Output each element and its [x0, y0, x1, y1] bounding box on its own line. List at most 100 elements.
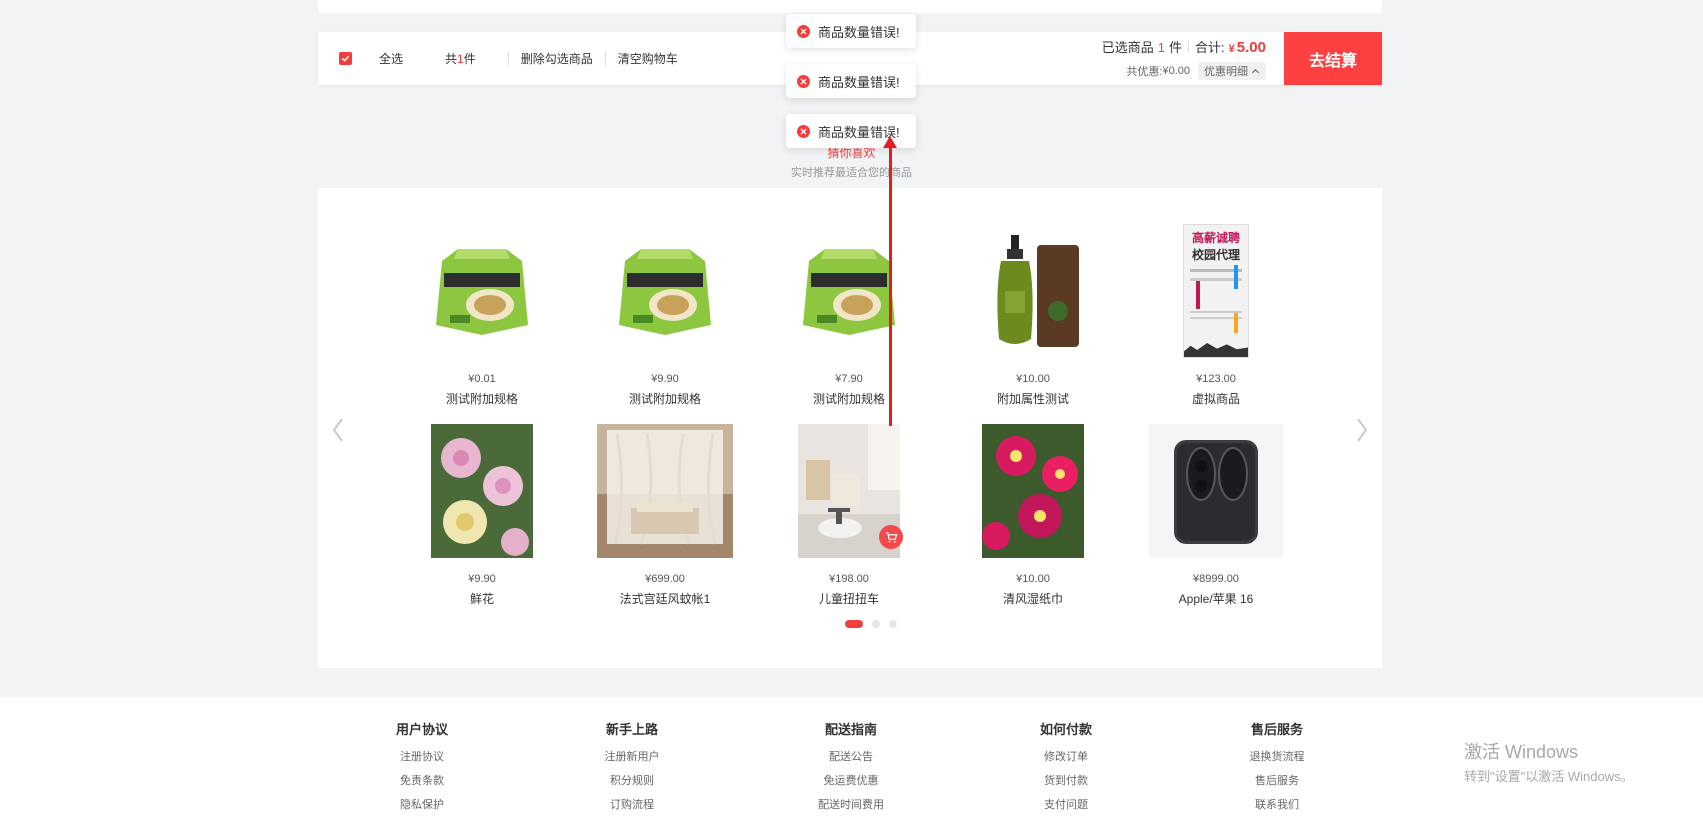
cart-icon: [885, 531, 897, 543]
product-card[interactable]: ¥699.00 法式宫廷风蚊帐1: [595, 423, 735, 607]
pagination-dot[interactable]: [889, 620, 897, 628]
footer-column-title: 售后服务: [1250, 722, 1303, 737]
product-card[interactable]: ¥9.90 鲜花: [412, 423, 552, 607]
product-image-shampoo[interactable]: [963, 223, 1103, 359]
product-image-iphone[interactable]: [1146, 423, 1286, 559]
recommend-subtitle: 实时推荐最适合您的商品: [791, 167, 912, 179]
total-label: 合计:: [1195, 40, 1225, 55]
chevron-up-icon: [1251, 68, 1260, 73]
product-name[interactable]: 测试附加规格: [595, 390, 735, 407]
footer-link[interactable]: 支付问题: [996, 796, 1136, 812]
discount-detail-label: 优惠明细: [1204, 66, 1248, 78]
footer-link[interactable]: 退换货流程: [1207, 748, 1347, 764]
product-image-kids-car[interactable]: [779, 423, 919, 559]
footer-link[interactable]: 订购流程: [562, 796, 702, 812]
total-price: 5.00: [1236, 39, 1266, 56]
pagination-dot-active[interactable]: [845, 620, 863, 628]
footer-column-title: 用户协议: [395, 722, 448, 737]
product-price: ¥7.90: [835, 373, 863, 385]
annotation-line: [889, 144, 892, 426]
selected-label: 已选商品: [1101, 40, 1154, 55]
divider: [507, 51, 509, 66]
order-summary: 已选商品 1 件 合计: ¥ 5.00 共优惠: ¥0.00 优惠明细: [1102, 37, 1266, 80]
product-price: ¥198.00: [829, 573, 869, 585]
discount-value: ¥0.00: [1162, 65, 1190, 77]
error-icon: [797, 74, 810, 88]
footer-link[interactable]: 售后服务: [1207, 772, 1347, 788]
product-price: ¥9.90: [651, 373, 679, 385]
footer-column-payment: 如何付款 修改订单 货到付款 支付问题: [996, 719, 1136, 816]
footer-column-beginner: 新手上路 注册新用户 积分规则 订购流程: [562, 719, 702, 816]
product-card[interactable]: 高薪诚聘 校园代理 ¥123.00 虚拟商品: [1146, 223, 1286, 407]
divider: [1188, 40, 1190, 52]
product-card[interactable]: ¥0.01 测试附加规格: [412, 223, 552, 407]
footer-column-title: 如何付款: [1039, 722, 1092, 737]
product-card[interactable]: ¥7.90 测试附加规格: [779, 223, 919, 407]
footer-link[interactable]: 注册协议: [352, 748, 492, 764]
footer-link[interactable]: 配送时间费用: [781, 796, 921, 812]
product-name[interactable]: 测试附加规格: [779, 390, 919, 407]
product-price: ¥8999.00: [1193, 573, 1239, 585]
add-to-cart-button[interactable]: [879, 525, 903, 549]
checkout-button[interactable]: 去结算: [1284, 32, 1382, 85]
poster-subheadline: 校园代理: [1191, 248, 1240, 262]
footer-link[interactable]: 隐私保护: [352, 796, 492, 812]
product-name[interactable]: 清风湿纸巾: [963, 590, 1103, 607]
product-image-flowers[interactable]: [963, 423, 1103, 559]
total-item-count: 共1件: [445, 52, 476, 66]
chevron-right-icon[interactable]: [1354, 416, 1370, 444]
annotation-arrow-icon: [883, 136, 897, 148]
footer-column-delivery: 配送指南 配送公告 免运费优惠 配送时间费用: [781, 719, 921, 816]
select-all-checkbox[interactable]: [339, 52, 352, 65]
product-name[interactable]: 附加属性测试: [963, 390, 1103, 407]
windows-activation-watermark: 激活 Windows 转到"设置"以激活 Windows。: [1464, 738, 1634, 785]
select-all-label[interactable]: 全选: [379, 50, 403, 67]
product-image-flower[interactable]: [412, 423, 552, 559]
footer-column-title: 配送指南: [824, 722, 877, 737]
footer-link[interactable]: 积分规则: [562, 772, 702, 788]
error-icon: [797, 124, 810, 138]
toast-message: 商品数量错误!: [818, 24, 900, 40]
discount-label: 共优惠:: [1126, 66, 1163, 78]
product-price: ¥10.00: [1016, 573, 1050, 585]
footer-link[interactable]: 货到付款: [996, 772, 1136, 788]
product-card[interactable]: ¥9.90 测试附加规格: [595, 223, 735, 407]
product-image-canopy-bed[interactable]: [595, 423, 735, 559]
clear-cart-button[interactable]: 清空购物车: [618, 50, 678, 67]
footer-link[interactable]: 修改订单: [996, 748, 1136, 764]
chevron-left-icon[interactable]: [330, 416, 346, 444]
product-card[interactable]: ¥10.00 附加属性测试: [963, 223, 1103, 407]
product-name[interactable]: 儿童扭扭车: [779, 590, 919, 607]
product-card[interactable]: ¥10.00 清风湿纸巾: [963, 423, 1103, 607]
currency-symbol: ¥: [1228, 43, 1235, 55]
pagination-dot[interactable]: [872, 620, 880, 628]
product-price: ¥123.00: [1196, 373, 1236, 385]
error-icon: [797, 24, 810, 38]
product-image-noodle[interactable]: [779, 223, 919, 359]
product-card[interactable]: ¥198.00 儿童扭扭车: [779, 423, 919, 607]
footer-link[interactable]: 免运费优惠: [781, 772, 921, 788]
product-price: ¥699.00: [645, 573, 685, 585]
product-card[interactable]: ¥8999.00 Apple/苹果 16: [1146, 423, 1286, 607]
product-name[interactable]: 法式宫廷风蚊帐1: [595, 590, 735, 607]
product-name[interactable]: 虚拟商品: [1146, 390, 1286, 407]
product-name[interactable]: 测试附加规格: [412, 390, 552, 407]
product-name[interactable]: 鲜花: [412, 590, 552, 607]
footer-link[interactable]: 联系我们: [1207, 796, 1347, 812]
recommend-carousel: ¥0.01 测试附加规格 ¥9.90 测试附加规格 ¥7.90 测试附加规格 ¥…: [318, 188, 1382, 668]
product-image-noodle[interactable]: [412, 223, 552, 359]
delete-selected-button[interactable]: 删除勾选商品: [521, 50, 593, 67]
watermark-title: 激活 Windows: [1464, 742, 1579, 762]
footer-link[interactable]: 注册新用户: [562, 748, 702, 764]
product-price: ¥0.01: [468, 373, 496, 385]
footer-column-user-agreement: 用户协议 注册协议 免责条款 隐私保护: [352, 719, 492, 816]
divider: [604, 51, 606, 66]
product-image-noodle[interactable]: [595, 223, 735, 359]
footer-link[interactable]: 配送公告: [781, 748, 921, 764]
footer-link[interactable]: 免责条款: [352, 772, 492, 788]
product-image-poster[interactable]: 高薪诚聘 校园代理: [1146, 223, 1286, 359]
discount-detail-button[interactable]: 优惠明细: [1198, 62, 1266, 80]
carousel-pagination: [845, 620, 897, 628]
product-name[interactable]: Apple/苹果 16: [1146, 590, 1286, 607]
poster-headline: 高薪诚聘: [1191, 231, 1240, 245]
